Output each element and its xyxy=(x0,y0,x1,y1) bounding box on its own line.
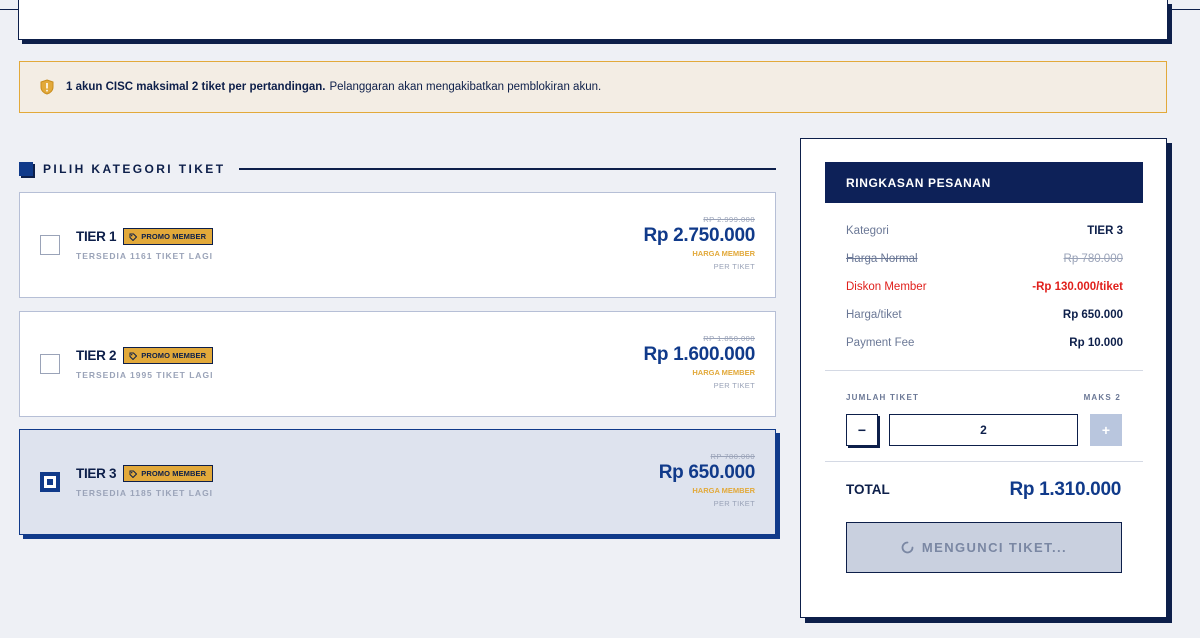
top-card xyxy=(18,0,1168,40)
quantity-max-label: MAKS 2 xyxy=(1083,393,1121,402)
lock-tickets-button[interactable]: MENGUNCI TIKET... xyxy=(846,522,1122,573)
section-divider xyxy=(239,168,776,170)
summary-value: -Rp 130.000/tiket xyxy=(1032,281,1123,293)
summary-value: TIER 3 xyxy=(1087,225,1123,237)
section-heading: PILIH KATEGORI TIKET xyxy=(19,160,776,178)
tier-card-3[interactable]: TIER 3 PROMO MEMBER TERSEDIA 1185 TIKET … xyxy=(19,429,776,535)
promo-badge-label: PROMO MEMBER xyxy=(141,469,207,478)
tier-name: TIER 2 xyxy=(76,348,117,363)
ticket-limit-alert: 1 akun CISC maksimal 2 tiket per pertand… xyxy=(19,61,1167,113)
tier-prices: RP 2.999.000 Rp 2.750.000 HARGA MEMBER P… xyxy=(643,215,755,271)
tag-icon xyxy=(129,233,138,241)
section-title: PILIH KATEGORI TIKET xyxy=(43,162,226,176)
summary-key: Harga/tiket xyxy=(846,309,902,321)
tier-availability: TERSEDIA 1185 TIKET LAGI xyxy=(76,488,214,498)
promo-badge-label: PROMO MEMBER xyxy=(141,232,207,241)
alert-bold-text: 1 akun CISC maksimal 2 tiket per pertand… xyxy=(66,81,326,93)
tier-member-label: HARGA MEMBER xyxy=(692,486,755,495)
tier-name-row: TIER 3 PROMO MEMBER xyxy=(76,465,214,482)
tier-checkbox[interactable] xyxy=(40,235,60,255)
summary-rows: Kategori TIER 3 Harga Normal Rp 780.000 … xyxy=(825,217,1143,357)
tier-old-price: RP 2.999.000 xyxy=(703,215,755,224)
tag-icon xyxy=(129,470,138,478)
promo-badge: PROMO MEMBER xyxy=(123,228,214,245)
order-summary-panel: RINGKASAN PESANAN Kategori TIER 3 Harga … xyxy=(800,138,1167,618)
summary-key: Diskon Member xyxy=(846,281,927,293)
tier-name-row: TIER 1 PROMO MEMBER xyxy=(76,228,214,245)
total-value: Rp 1.310.000 xyxy=(1009,479,1121,500)
tier-member-label: HARGA MEMBER xyxy=(692,368,755,377)
tier-old-price: RP 780.000 xyxy=(710,452,755,461)
tier-availability: TERSEDIA 1995 TIKET LAGI xyxy=(76,370,214,380)
summary-row-payment-fee: Payment Fee Rp 10.000 xyxy=(825,329,1143,357)
tier-member-label: HARGA MEMBER xyxy=(692,249,755,258)
summary-key: Payment Fee xyxy=(846,337,915,349)
summary-key: Harga Normal xyxy=(846,253,918,265)
quantity-value: 2 xyxy=(980,423,987,437)
summary-row-member-discount: Diskon Member -Rp 130.000/tiket xyxy=(825,273,1143,301)
tier-price: Rp 2.750.000 xyxy=(643,225,755,246)
tier-per-label: PER TIKET xyxy=(713,262,755,271)
shield-icon xyxy=(40,79,54,95)
section-square-icon xyxy=(19,162,33,176)
summary-divider xyxy=(825,370,1143,371)
tier-price: Rp 650.000 xyxy=(658,462,756,483)
lock-tickets-label: MENGUNCI TIKET... xyxy=(921,540,1068,555)
tier-card-2[interactable]: TIER 2 PROMO MEMBER TERSEDIA 1995 TIKET … xyxy=(19,311,776,417)
summary-row-category: Kategori TIER 3 xyxy=(825,217,1143,245)
tier-name: TIER 3 xyxy=(76,466,117,481)
tag-icon xyxy=(129,352,138,360)
tier-prices: RP 780.000 Rp 650.000 HARGA MEMBER PER T… xyxy=(658,452,756,508)
quantity-increase-button[interactable]: + xyxy=(1090,414,1122,446)
tier-prices: RP 1.850.000 Rp 1.600.000 HARGA MEMBER P… xyxy=(643,334,755,390)
quantity-label: JUMLAH TIKET xyxy=(846,393,920,402)
promo-badge: PROMO MEMBER xyxy=(123,347,214,364)
quantity-input[interactable]: 2 xyxy=(889,414,1078,446)
tier-price: Rp 1.600.000 xyxy=(643,344,755,365)
tier-name: TIER 1 xyxy=(76,229,117,244)
promo-badge-label: PROMO MEMBER xyxy=(141,351,207,360)
tier-checkbox[interactable] xyxy=(40,354,60,374)
promo-badge: PROMO MEMBER xyxy=(123,465,214,482)
summary-key: Kategori xyxy=(846,225,889,237)
tier-per-label: PER TIKET xyxy=(713,381,755,390)
quantity-decrease-button[interactable]: − xyxy=(846,414,878,446)
summary-divider xyxy=(825,461,1143,462)
total-label: TOTAL xyxy=(846,482,890,497)
summary-row-price-per-ticket: Harga/tiket Rp 650.000 xyxy=(825,301,1143,329)
tier-availability: TERSEDIA 1161 TIKET LAGI xyxy=(76,251,214,261)
summary-row-normal-price: Harga Normal Rp 780.000 xyxy=(825,245,1143,273)
summary-value: Rp 780.000 xyxy=(1063,253,1123,265)
spinner-icon xyxy=(901,541,914,554)
tier-old-price: RP 1.850.000 xyxy=(703,334,755,343)
tier-checkbox-checked[interactable] xyxy=(40,472,60,492)
tier-per-label: PER TIKET xyxy=(713,499,755,508)
alert-text: Pelanggaran akan mengakibatkan pemblokir… xyxy=(329,81,602,93)
summary-value: Rp 650.000 xyxy=(1062,309,1123,321)
tier-name-row: TIER 2 PROMO MEMBER xyxy=(76,347,214,364)
summary-value: Rp 10.000 xyxy=(1069,337,1123,349)
order-summary-title: RINGKASAN PESANAN xyxy=(825,162,1143,203)
tier-card-1[interactable]: TIER 1 PROMO MEMBER TERSEDIA 1161 TIKET … xyxy=(19,192,776,298)
